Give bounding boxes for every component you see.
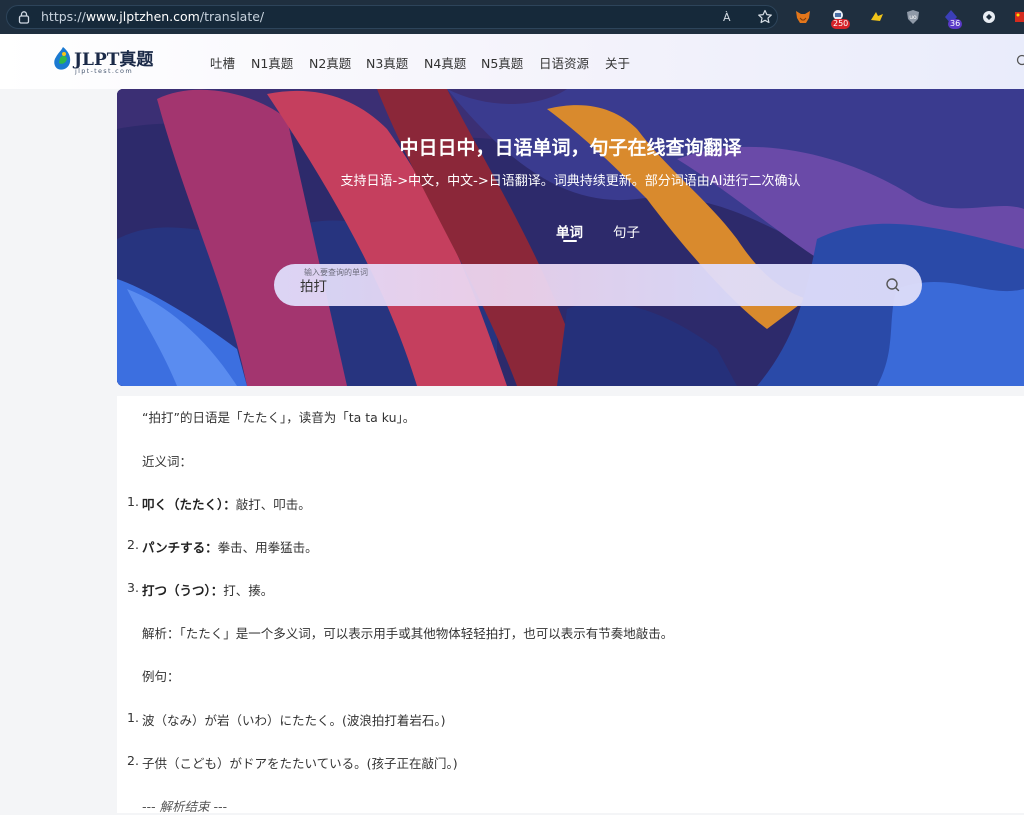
- page-title: 中日日中，日语单词，句子在线查询翻译: [117, 133, 1024, 160]
- list-item: パンチする：拳击、用拳猛击。: [142, 537, 318, 556]
- site-logo[interactable]: JLPT真题 jlpt-test.com: [52, 45, 152, 79]
- list-number: 3.: [127, 580, 139, 595]
- nav-item-n4[interactable]: N4真题: [424, 53, 466, 72]
- extension-badge: 36: [948, 19, 962, 29]
- list-number: 2.: [127, 537, 139, 552]
- nav-item-n1[interactable]: N1真题: [251, 53, 293, 72]
- analysis-end-marker: --- 解析结束 ---: [142, 796, 227, 815]
- hero-banner: 中日日中，日语单词，句子在线查询翻译 支持日语->中文，中文->日语翻译。词典持…: [117, 89, 1024, 386]
- logo-subtitle: jlpt-test.com: [75, 67, 133, 75]
- metamask-icon[interactable]: [794, 8, 812, 26]
- search-icon[interactable]: [885, 277, 901, 293]
- extension-badge: 250: [831, 19, 850, 29]
- tab-sentence[interactable]: 句子: [613, 221, 640, 241]
- examples-heading: 例句：: [142, 666, 180, 685]
- result-intro: “拍打”的日语是「たたく」，读音为「ta ta ku」。: [142, 407, 415, 426]
- list-number: 2.: [127, 753, 139, 768]
- favorite-star-icon[interactable]: [757, 9, 773, 25]
- url-text[interactable]: https://www.jlptzhen.com/translate/: [41, 9, 264, 24]
- nav-item-about[interactable]: 关于: [605, 53, 630, 72]
- list-number: 1.: [127, 710, 139, 725]
- example-sentence: 波（なみ）が岩（いわ）にたたく。(波浪拍打着岩石。): [142, 710, 446, 729]
- search-box[interactable]: 输入要查询的单词: [274, 264, 922, 306]
- lock-icon[interactable]: [17, 10, 31, 24]
- read-aloud-icon[interactable]: À: [723, 11, 739, 24]
- nav-item-n2[interactable]: N2真题: [309, 53, 351, 72]
- extension-icon[interactable]: [868, 8, 886, 26]
- ublock-icon[interactable]: uo: [904, 8, 922, 26]
- svg-text:uo: uo: [909, 14, 917, 21]
- flag-icon[interactable]: [1012, 8, 1024, 26]
- nav-item-n5[interactable]: N5真题: [481, 53, 523, 72]
- example-sentence: 子供（こども）がドアをたたいている。(孩子正在敲门。): [142, 753, 458, 772]
- synonyms-heading: 近义词：: [142, 451, 192, 470]
- nav-item-n3[interactable]: N3真题: [366, 53, 408, 72]
- address-bar[interactable]: https://www.jlptzhen.com/translate/ À: [6, 5, 778, 29]
- header-search-icon[interactable]: [1016, 54, 1024, 66]
- logo-mascot-icon: [52, 46, 74, 72]
- nav-item-resources[interactable]: 日语资源: [539, 53, 589, 72]
- search-input[interactable]: [300, 277, 860, 293]
- tab-word[interactable]: 单词: [556, 221, 583, 241]
- extension-icon[interactable]: 250: [830, 8, 848, 26]
- result-panel: “拍打”的日语是「たたく」，读音为「ta ta ku」。 近义词： 1. 叩く（…: [117, 396, 1024, 813]
- list-item: 叩く（たたく）：敲打、叩击。: [142, 494, 311, 513]
- extension-icon[interactable]: 36: [942, 8, 960, 26]
- analysis-text: 解析：「たたく」是一个多义词，可以表示用手或其他物体轻轻拍打，也可以表示有节奏地…: [142, 623, 673, 642]
- list-item: 打つ（うつ）：打、揍。: [142, 580, 273, 599]
- active-tab-indicator: [563, 240, 577, 242]
- nav-item-complain[interactable]: 吐槽: [210, 53, 235, 72]
- browser-toolbar: https://www.jlptzhen.com/translate/ À 2…: [0, 0, 1024, 34]
- page-subtitle: 支持日语->中文，中文->日语翻译。词典持续更新。部分词语由AI进行二次确认: [117, 170, 1024, 189]
- extension-icon[interactable]: [980, 8, 998, 26]
- list-number: 1.: [127, 494, 139, 509]
